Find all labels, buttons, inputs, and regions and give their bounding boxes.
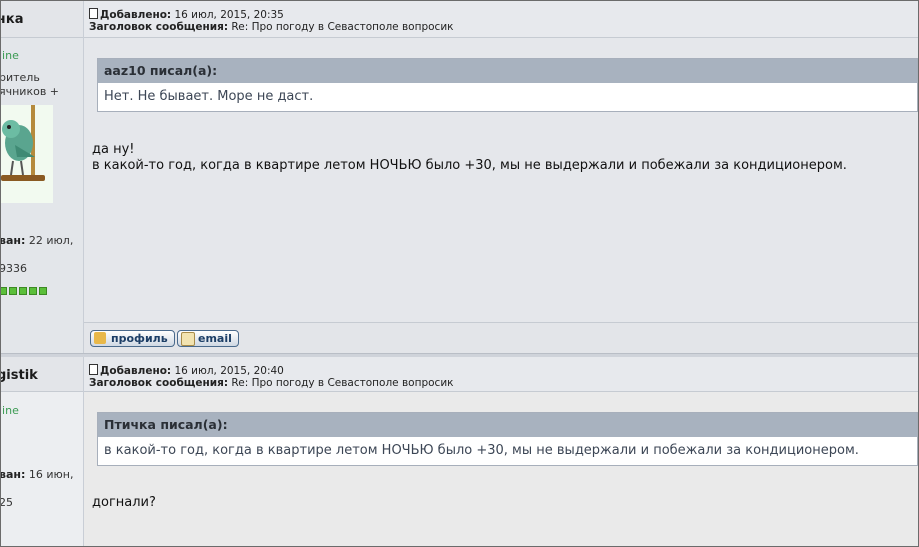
registered-value: 16 июн, (28, 468, 74, 481)
post-icon[interactable] (89, 8, 98, 19)
forum-thread: чка line ритель ячников + ван: 22 июл, 9… (0, 0, 919, 547)
rank-squares (1, 287, 47, 295)
online-status: line (0, 49, 19, 62)
registered-date: ван: 22 июл, (0, 234, 74, 247)
rank-square (29, 287, 37, 295)
post-header: Добавлено: 16 июл, 2015, 20:40 Заголовок… (84, 357, 918, 392)
post-footer: профиль email (84, 322, 918, 353)
subject-label: Заголовок сообщения: (89, 21, 229, 33)
subject-label: Заголовок сообщения: (89, 377, 229, 389)
author-name[interactable]: gistik (1, 368, 38, 383)
author-role-line1: ритель (0, 71, 40, 84)
message-line: догнали? (92, 495, 156, 510)
post-count: 9336 (0, 262, 27, 275)
subject-value: Re: Про погоду в Севастополе вопросик (231, 377, 454, 389)
avatar (1, 105, 53, 203)
post-header: Добавлено: 16 июл, 2015, 20:35 Заголовок… (84, 1, 918, 38)
added-value: 16 июл, 2015, 20:40 (174, 365, 284, 377)
forum-post: gistik line ван: 16 июн, 25 Добавлено: 1… (0, 357, 918, 546)
author-panel: чка line ритель ячников + ван: 22 июл, 9… (1, 1, 84, 353)
email-label: email (198, 332, 232, 345)
quote-author: aaz10 писал(а): (98, 59, 917, 83)
post-added: Добавлено: 16 июл, 2015, 20:40 (89, 364, 284, 377)
quote-author: Птичка писал(а): (98, 413, 917, 437)
profile-label: профиль (111, 332, 168, 345)
envelope-icon (181, 332, 195, 346)
post-added: Добавлено: 16 июл, 2015, 20:35 (89, 8, 284, 21)
rank-square (1, 287, 7, 295)
quote-block: Птичка писал(а): в какой-то год, когда в… (97, 412, 918, 466)
author-name-bar: чка (1, 1, 83, 38)
online-status: line (0, 404, 19, 417)
profile-icon (94, 332, 106, 344)
post-body: Добавлено: 16 июл, 2015, 20:40 Заголовок… (84, 357, 918, 546)
email-button[interactable]: email (177, 330, 239, 347)
registered-value: 22 июл, (28, 234, 74, 247)
profile-button[interactable]: профиль (90, 330, 175, 347)
registered-label: ван: (0, 468, 26, 481)
rank-square (9, 287, 17, 295)
post-count: 25 (0, 496, 13, 509)
author-name[interactable]: чка (1, 12, 24, 27)
post-body: Добавлено: 16 июл, 2015, 20:35 Заголовок… (84, 1, 918, 353)
post-subject: Заголовок сообщения: Re: Про погоду в Се… (89, 21, 454, 33)
rank-square (19, 287, 27, 295)
registered-label: ван: (0, 234, 26, 247)
registered-date: ван: 16 июн, (0, 468, 74, 481)
post-subject: Заголовок сообщения: Re: Про погоду в Се… (89, 377, 454, 389)
added-value: 16 июл, 2015, 20:35 (174, 9, 284, 21)
author-name-bar: gistik (1, 357, 83, 392)
message-line: в какой-то год, когда в квартире летом Н… (92, 158, 847, 173)
rank-square (39, 287, 47, 295)
quote-block: aaz10 писал(а): Нет. Не бывает. Море не … (97, 58, 918, 112)
forum-post: чка line ритель ячников + ван: 22 июл, 9… (1, 1, 918, 353)
post-icon[interactable] (89, 364, 98, 375)
quote-text: Нет. Не бывает. Море не даст. (98, 83, 917, 111)
author-panel: gistik line ван: 16 июн, 25 (0, 357, 84, 546)
quote-text: в какой-то год, когда в квартире летом Н… (98, 437, 917, 465)
added-label: Добавлено: (100, 9, 172, 21)
subject-value: Re: Про погоду в Севастополе вопросик (231, 21, 454, 33)
author-role-line2: ячников + (0, 85, 60, 98)
message-line: да ну! (92, 142, 135, 157)
added-label: Добавлено: (100, 365, 172, 377)
bird-avatar-icon (1, 105, 45, 181)
